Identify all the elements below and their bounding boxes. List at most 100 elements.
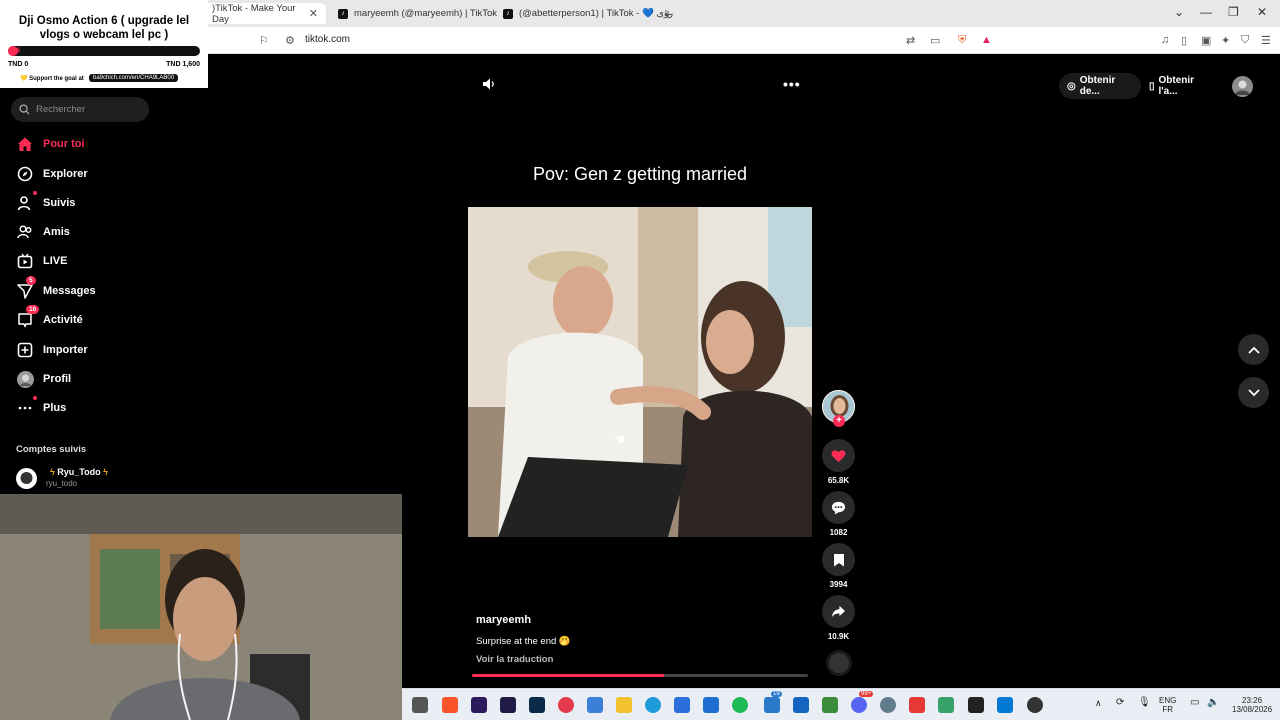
user-avatar[interactable] — [1232, 76, 1253, 97]
share-button[interactable] — [822, 595, 855, 628]
nav-item-profile[interactable]: Profil — [16, 368, 71, 390]
brave-shield-icon[interactable]: ⛨ — [958, 34, 966, 47]
chart-app-icon[interactable] — [822, 697, 838, 713]
more-options-icon[interactable]: ••• — [783, 76, 801, 92]
search-input[interactable] — [36, 104, 136, 115]
wallet-icon[interactable]: ▣ — [1201, 34, 1211, 47]
follow-plus-icon[interactable]: + — [833, 415, 845, 427]
video-title: Pov: Gen z getting married — [532, 164, 748, 184]
url-field[interactable]: tiktok.com — [305, 34, 350, 45]
tab-tiktok-home[interactable]: )TikTok - Make Your Day ✕ — [204, 3, 326, 25]
activity-icon: 16 — [16, 305, 40, 329]
language-indicator[interactable]: ENG FR — [1159, 696, 1176, 714]
site-settings-icon[interactable]: ⚙ — [285, 34, 295, 47]
obs-icon[interactable] — [968, 697, 984, 713]
home-icon — [16, 135, 34, 153]
sidebar-toggle-icon[interactable]: ▯ — [1181, 34, 1187, 47]
microphone-icon[interactable]: 🎙 — [1138, 698, 1151, 708]
nav-item-for-you[interactable]: Pour toi — [16, 133, 85, 155]
discord-icon[interactable]: 99+ — [851, 691, 874, 713]
video-player[interactable]: ☚ — [468, 207, 812, 537]
photoshop-icon[interactable] — [529, 697, 545, 713]
photos-icon[interactable] — [793, 697, 809, 713]
after-effects-icon[interactable] — [500, 697, 516, 713]
comment-button[interactable] — [822, 491, 855, 524]
vpn-icon[interactable]: ⛉ — [1241, 34, 1249, 47]
sync-icon[interactable]: ⟳ — [1116, 698, 1124, 708]
window-close-icon[interactable]: ✕ — [1257, 5, 1267, 19]
lightning-icon: ϟ — [50, 467, 55, 477]
next-video-button[interactable] — [1238, 377, 1269, 408]
premiere-icon[interactable] — [471, 697, 487, 713]
nav-item-messages[interactable]: 5 Messages — [16, 276, 96, 302]
clock-date: 13/08/2026 — [1232, 705, 1273, 714]
tiktok-icon: ♪ — [503, 8, 513, 19]
folder-icon[interactable] — [616, 697, 632, 713]
clock[interactable]: 23:26 13/08/2026 — [1232, 696, 1272, 714]
globe-app-icon[interactable] — [938, 697, 954, 713]
media-player-icon[interactable] — [909, 697, 925, 713]
new-tab-button[interactable]: + — [664, 3, 672, 24]
leo-ai-icon[interactable]: ✦ — [1221, 34, 1230, 47]
nav-label: Amis — [43, 226, 70, 238]
nav-item-live[interactable]: LIVE — [16, 250, 67, 272]
nav-item-following[interactable]: Suivis — [16, 191, 75, 214]
menu-icon[interactable]: ☰ — [1261, 34, 1271, 47]
opera-icon[interactable] — [558, 697, 574, 713]
tab-abetterperson[interactable]: ♪ (@abetterperson1) | TikTok - 💙 رؤى — [503, 3, 673, 24]
video-frame-image — [468, 207, 812, 537]
cast-icon[interactable]: ▭ — [930, 34, 940, 47]
video-author[interactable]: maryeemh — [476, 614, 531, 626]
speaker-icon[interactable]: 🔈 — [1207, 698, 1219, 708]
edge-icon[interactable] — [645, 697, 661, 713]
nav-item-more[interactable]: Plus — [16, 396, 66, 419]
like-button[interactable] — [822, 439, 855, 472]
music-disc-icon[interactable] — [826, 650, 852, 676]
minimize-icon[interactable]: — — [1200, 5, 1212, 19]
tray-overflow-icon[interactable]: ∧ — [1095, 699, 1102, 708]
previous-video-button[interactable] — [1238, 334, 1269, 365]
nav-item-activity[interactable]: 16 Activité — [16, 305, 83, 331]
recorder-icon[interactable] — [1027, 697, 1043, 713]
get-desktop-app-button[interactable]: ◎ Obtenir de... — [1059, 73, 1141, 99]
nav-item-explore[interactable]: Explorer — [16, 163, 88, 185]
live-icon — [16, 252, 34, 270]
video-progress-bar[interactable] — [472, 674, 808, 677]
search-box[interactable] — [11, 97, 149, 122]
cursor-icon: ☚ — [613, 431, 626, 447]
tab-maryeemh[interactable]: ♪ maryeemh (@maryeemh) | TikTok — [338, 3, 497, 24]
get-app-button[interactable]: ▯ Obtenir l'a... — [1141, 73, 1221, 99]
chevron-down-icon — [1247, 388, 1260, 396]
teams-icon[interactable] — [997, 697, 1013, 713]
settings-icon[interactable] — [880, 697, 896, 713]
goal-max: TND 1,600 — [166, 61, 200, 68]
webcam-image — [0, 494, 402, 720]
spotify-icon[interactable] — [732, 697, 748, 713]
friends-icon — [16, 223, 34, 241]
volume-icon[interactable] — [482, 77, 496, 94]
nav-label: Activité — [43, 314, 83, 326]
brave-browser-icon[interactable] — [442, 697, 458, 713]
rewards-icon[interactable]: ▲ — [981, 34, 992, 46]
bookmark-icon[interactable]: ⚐ — [259, 34, 269, 47]
chat-app-icon[interactable]: 19 — [764, 691, 782, 713]
outlook-icon[interactable] — [703, 697, 719, 713]
account-avatar — [16, 468, 37, 489]
see-translation-link[interactable]: Voir la traduction — [476, 654, 553, 665]
tab-list-icon[interactable]: ⌄ — [1174, 5, 1184, 19]
more-icon — [16, 396, 37, 417]
file-explorer-icon[interactable] — [412, 697, 428, 713]
app-icon[interactable] — [587, 697, 603, 713]
network-icon[interactable]: ▭ — [1190, 698, 1199, 708]
media-icon[interactable]: ♫ — [1161, 34, 1169, 46]
nav-item-upload[interactable]: Importer — [16, 339, 88, 361]
nav-label: Explorer — [43, 168, 88, 180]
close-tab-icon[interactable]: ✕ — [309, 7, 318, 20]
followed-account[interactable]: ϟ Ryu_Todo ϟ ryu_todo — [16, 466, 196, 490]
save-button[interactable] — [822, 543, 855, 576]
chevron-up-icon — [1247, 346, 1260, 354]
store-icon[interactable] — [674, 697, 690, 713]
translate-icon[interactable]: ⇄ — [906, 34, 915, 47]
restore-icon[interactable]: ❐ — [1228, 5, 1239, 19]
nav-item-friends[interactable]: Amis — [16, 221, 70, 243]
